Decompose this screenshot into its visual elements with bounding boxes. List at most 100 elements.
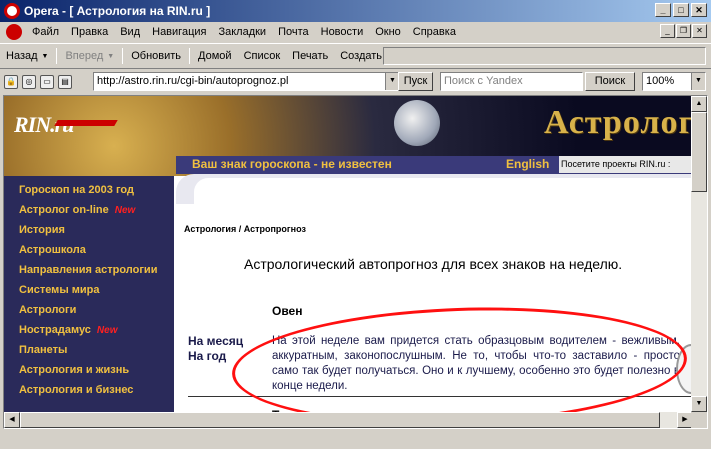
sidebar-item-astrology-life[interactable]: Астрология и жизнь <box>19 364 129 376</box>
content-tab-inner <box>194 178 693 204</box>
sidebar-item-directions[interactable]: Направления астрологии <box>19 264 157 276</box>
doc-restore-button[interactable]: ❐ <box>676 24 691 38</box>
sidebar-item-astroschool[interactable]: Астрошкола <box>19 244 86 256</box>
month-link[interactable]: На месяц <box>188 334 243 349</box>
doc-minimize-button[interactable]: _ <box>660 24 675 38</box>
back-label: Назад <box>6 50 38 62</box>
page-info-icon[interactable]: ▭ <box>40 75 54 89</box>
web-page: RIN.ru Астролог Ваш знак гороскопа - не … <box>4 96 693 428</box>
sidebar-item-label: Гороскоп на 2003 год <box>19 184 134 196</box>
menu-news[interactable]: Новости <box>315 26 370 38</box>
document-controls: _ ❐ ✕ <box>660 24 707 38</box>
forward-button[interactable]: Вперед ▼ <box>59 50 120 62</box>
security-lock-icon[interactable]: 🔒 <box>4 75 18 89</box>
scrollbar-corner <box>691 412 707 428</box>
address-toolbar: 🔒 ◎ ▭ ▤ http://astro.rin.ru/cgi-bin/auto… <box>0 70 711 94</box>
menu-bookmarks[interactable]: Закладки <box>212 26 272 38</box>
sidebar-item-label: Системы мира <box>19 284 100 296</box>
menu-file[interactable]: Файл <box>26 26 65 38</box>
list-button[interactable]: Список <box>238 50 287 62</box>
sidebar-item-astrologer-online[interactable]: Астролог on-line New <box>19 204 135 216</box>
print-button[interactable]: Печать <box>286 50 334 62</box>
menu-bar: Файл Правка Вид Навигация Закладки Почта… <box>0 22 711 42</box>
menu-view[interactable]: Вид <box>114 26 146 38</box>
vertical-scrollbar[interactable]: ▲ ▼ <box>691 96 707 412</box>
opera-menu-icon[interactable] <box>6 24 22 40</box>
sidebar-item-astrologers[interactable]: Астрологи <box>19 304 76 316</box>
new-badge: New <box>114 205 136 216</box>
scroll-up-icon[interactable]: ▲ <box>691 96 707 112</box>
create-button[interactable]: Создать <box>334 50 388 62</box>
address-dropdown-icon[interactable]: ▼ <box>385 73 399 90</box>
browser-window: Opera - [ Астрология на RIN.ru ] _ □ ✕ Ф… <box>0 0 711 449</box>
scroll-left-icon[interactable]: ◀ <box>4 412 20 428</box>
menu-edit[interactable]: Правка <box>65 26 114 38</box>
vertical-scroll-thumb[interactable] <box>691 112 707 192</box>
sidebar-nav: Гороскоп на 2003 год Астролог on-line New… <box>4 176 174 428</box>
sidebar-item-label: Астрология и бизнес <box>19 384 134 396</box>
sidebar-item-label: История <box>19 224 65 236</box>
new-badge: New <box>96 325 118 336</box>
search-input[interactable]: Поиск с Yandex <box>440 72 583 91</box>
zoom-value: 100% <box>646 75 675 87</box>
sidebar-item-world-systems[interactable]: Системы мира <box>19 284 100 296</box>
toolbar-separator <box>122 48 124 64</box>
zoom-select[interactable]: 100% ▼ <box>642 72 706 91</box>
back-dropdown-icon[interactable]: ▼ <box>42 53 49 60</box>
sign-heading-aries: Овен <box>272 304 303 318</box>
minimize-button[interactable]: _ <box>655 3 671 17</box>
scroll-down-icon[interactable]: ▼ <box>691 396 707 412</box>
address-url: http://astro.rin.ru/cgi-bin/autoprognoz.… <box>97 75 289 87</box>
sidebar-item-label: Астрологи <box>19 304 77 316</box>
status-bar <box>0 431 711 449</box>
menu-navigation[interactable]: Навигация <box>146 26 212 38</box>
title-bar: Opera - [ Астрология на RIN.ru ] _ □ ✕ <box>0 0 711 22</box>
forward-label: Вперед <box>65 50 104 62</box>
horizontal-scroll-thumb[interactable] <box>20 412 660 428</box>
sidebar-item-nostradamus[interactable]: Нострадамус New <box>19 324 117 336</box>
doc-close-button[interactable]: ✕ <box>692 24 707 38</box>
sidebar-item-horoscope-2003[interactable]: Гороскоп на 2003 год <box>19 184 134 196</box>
sidebar-item-label: Планеты <box>19 344 68 356</box>
reload-button[interactable]: Обновить <box>125 50 187 62</box>
menu-window[interactable]: Окно <box>369 26 407 38</box>
page-title: Астрологический автопрогноз для всех зна… <box>244 256 623 272</box>
zodiac-sign-status[interactable]: Ваш знак гороскопа - не известен <box>192 157 392 171</box>
toolbar-empty-area <box>383 47 706 65</box>
toolbar-separator <box>189 48 191 64</box>
window-title: Opera - [ Астрология на RIN.ru ] <box>24 4 211 18</box>
sidebar-item-label: Астрошкола <box>19 244 86 256</box>
search-button[interactable]: Поиск <box>585 72 635 91</box>
horizontal-scrollbar[interactable]: ◀ ▶ <box>4 412 693 428</box>
english-link[interactable]: English <box>506 157 549 171</box>
projects-select[interactable]: Посетите проекты RIN.ru : <box>559 156 693 173</box>
cookie-icon[interactable]: ◎ <box>22 75 36 89</box>
maximize-button[interactable]: □ <box>673 3 689 17</box>
address-icons: 🔒 ◎ ▭ ▤ <box>4 75 72 89</box>
banner-title: Астролог <box>544 104 693 141</box>
breadcrumb[interactable]: Астрология / Астропрогноз <box>184 224 306 234</box>
opera-logo-icon <box>4 3 20 19</box>
back-button[interactable]: Назад ▼ <box>0 50 54 62</box>
year-link[interactable]: На год <box>188 349 243 364</box>
go-button[interactable]: Пуск <box>398 72 433 91</box>
zoom-dropdown-icon[interactable]: ▼ <box>691 73 705 90</box>
period-links: На месяц На год <box>188 334 243 364</box>
sidebar-item-astrology-business[interactable]: Астрология и бизнес <box>19 384 133 396</box>
sidebar-item-label: Астрология и жизнь <box>19 364 130 376</box>
copy-icon[interactable]: ▤ <box>58 75 72 89</box>
menu-mail[interactable]: Почта <box>272 26 315 38</box>
sidebar-item-label: Астролог on-line <box>19 204 109 216</box>
logo-swoosh-icon <box>54 120 118 126</box>
sidebar-item-label: Направления астрологии <box>19 264 158 276</box>
forward-dropdown-icon[interactable]: ▼ <box>107 53 114 60</box>
page-viewport: RIN.ru Астролог Ваш знак гороскопа - не … <box>3 95 708 429</box>
address-input[interactable]: http://astro.rin.ru/cgi-bin/autoprognoz.… <box>93 72 400 91</box>
sidebar-item-label: Нострадамус <box>19 324 91 336</box>
menu-help[interactable]: Справка <box>407 26 462 38</box>
sidebar-item-history[interactable]: История <box>19 224 65 236</box>
home-button[interactable]: Домой <box>192 50 238 62</box>
sidebar-item-planets[interactable]: Планеты <box>19 344 67 356</box>
close-button[interactable]: ✕ <box>691 3 707 17</box>
window-controls: _ □ ✕ <box>655 3 707 17</box>
